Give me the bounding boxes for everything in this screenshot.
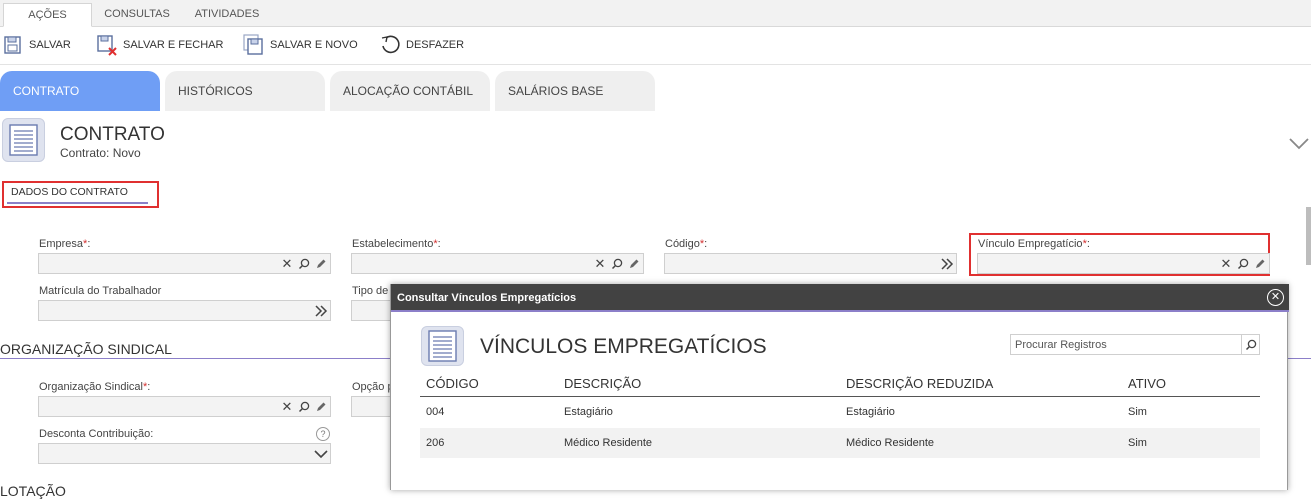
clear-icon[interactable]: ✕ [1218,255,1234,273]
chevron-down-icon[interactable] [313,445,329,463]
save-close-label: SALVAR E FECHAR [123,39,224,51]
undo-label: DESFAZER [406,39,465,51]
search-input[interactable] [1011,335,1239,354]
document-icon [2,118,45,162]
magnifier-icon[interactable] [296,398,312,416]
opcao-label: Opção p [352,381,394,393]
save-button[interactable]: SALVAR [2,33,71,57]
estabelecimento-field[interactable]: ✕ [351,253,644,274]
double-chevron-icon[interactable] [313,302,329,320]
subtab-underline [7,202,148,204]
tab-atividades[interactable]: ATIVIDADES [186,3,268,27]
magnifier-icon[interactable] [609,255,625,273]
double-chevron-icon[interactable] [939,255,955,273]
cell-codigo: 206 [426,437,445,449]
tipo-field[interactable] [351,300,391,321]
tab-acoes[interactable]: AÇÕES [3,3,92,27]
cell-codigo: 004 [426,406,445,418]
save-new-button[interactable]: SALVAR E NOVO [243,33,358,57]
chevron-down-icon[interactable] [1288,136,1310,152]
opcao-field[interactable] [351,396,391,417]
desconta-label: Desconta Contribuição: [39,428,154,440]
close-icon[interactable]: ✕ [1267,289,1284,306]
codigo-label: Código*: [665,238,708,250]
page-title: CONTRATO [60,124,165,145]
clear-icon[interactable]: ✕ [279,398,295,416]
tipo-label: Tipo de [352,285,389,297]
undo-button[interactable]: DESFAZER [379,33,464,57]
clear-icon[interactable]: ✕ [279,255,295,273]
cell-descricao: Estagiário [564,406,613,418]
magnifier-icon[interactable] [296,255,312,273]
org-sindical-label: Organização Sindical*: [39,381,151,393]
empresa-label: Empresa*: [39,238,91,250]
tab-salarios-base[interactable]: SALÁRIOS BASE [495,71,655,111]
floppy-icon [2,34,24,56]
column-header-descricao-reduzida[interactable]: DESCRIÇÃO REDUZIDA [846,376,993,391]
column-header-codigo[interactable]: CÓDIGO [426,376,479,391]
floppy-close-icon [96,34,118,56]
undo-icon [379,34,401,56]
section-title-lotacao: LOTAÇÃO [0,483,66,499]
clear-icon[interactable]: ✕ [592,255,608,273]
cell-descricao-reduzida: Médico Residente [846,437,935,449]
tab-contrato[interactable]: CONTRATO [0,71,160,111]
search-box [1010,334,1260,355]
column-header-ativo[interactable]: ATIVO [1128,376,1166,391]
modal-heading: VÍNCULOS EMPREGATÍCIOS [480,335,767,358]
magnifier-icon[interactable] [1235,255,1251,273]
codigo-field[interactable] [664,253,957,274]
column-header-descricao[interactable]: DESCRIÇÃO [564,376,641,391]
top-tab-bar: AÇÕES CONSULTAS ATIVIDADES [0,0,1311,27]
section-title-organizacao: ORGANIZAÇÃO SINDICAL [0,341,172,357]
cell-descricao-reduzida: Estagiário [846,406,895,418]
modal-title: Consultar Vínculos Empregatícios [397,292,577,304]
estabelecimento-label: Estabelecimento*: [352,238,441,250]
subtab-dados-do-contrato[interactable]: DADOS DO CONTRATO [11,186,128,198]
tab-alocacao-contabil[interactable]: ALOCAÇÃO CONTÁBIL [330,71,490,111]
matricula-label: Matrícula do Trabalhador [39,285,162,297]
vinculo-field[interactable]: ✕ [977,253,1270,274]
vinculo-label: Vínculo Empregatício*: [978,238,1090,250]
tab-historicos[interactable]: HISTÓRICOS [165,71,325,111]
pencil-icon[interactable] [313,398,329,416]
search-icon[interactable] [1241,335,1259,354]
document-icon [421,326,464,366]
save-new-label: SALVAR E NOVO [270,39,358,51]
modal-header: Consultar Vínculos Empregatícios ✕ [391,284,1289,312]
pencil-icon[interactable] [626,255,642,273]
pencil-icon[interactable] [313,255,329,273]
page-subtitle: Contrato: Novo [60,146,141,160]
tab-consultas[interactable]: CONSULTAS [96,3,178,27]
cell-descricao: Médico Residente [564,437,653,449]
save-close-button[interactable]: SALVAR E FECHAR [96,33,223,57]
table-row[interactable]: 206 Médico Residente Médico Residente Si… [420,428,1260,458]
toolbar: SALVAR SALVAR E FECHAR SALVAR E NOVO DES… [0,27,1311,65]
floppy-new-icon [243,34,265,56]
modal-dialog: Consultar Vínculos Empregatícios ✕ VÍNCU… [390,284,1289,490]
scrollbar[interactable] [1306,207,1311,265]
empresa-field[interactable]: ✕ [38,253,331,274]
matricula-field[interactable] [38,300,331,321]
cell-ativo: Sim [1128,437,1147,449]
help-icon[interactable]: ? [316,427,330,441]
org-sindical-field[interactable]: ✕ [38,396,331,417]
cell-ativo: Sim [1128,406,1147,418]
pencil-icon[interactable] [1252,255,1268,273]
table-row[interactable]: 004 Estagiário Estagiário Sim [420,397,1260,427]
save-label: SALVAR [29,39,71,51]
desconta-select[interactable] [38,443,331,464]
